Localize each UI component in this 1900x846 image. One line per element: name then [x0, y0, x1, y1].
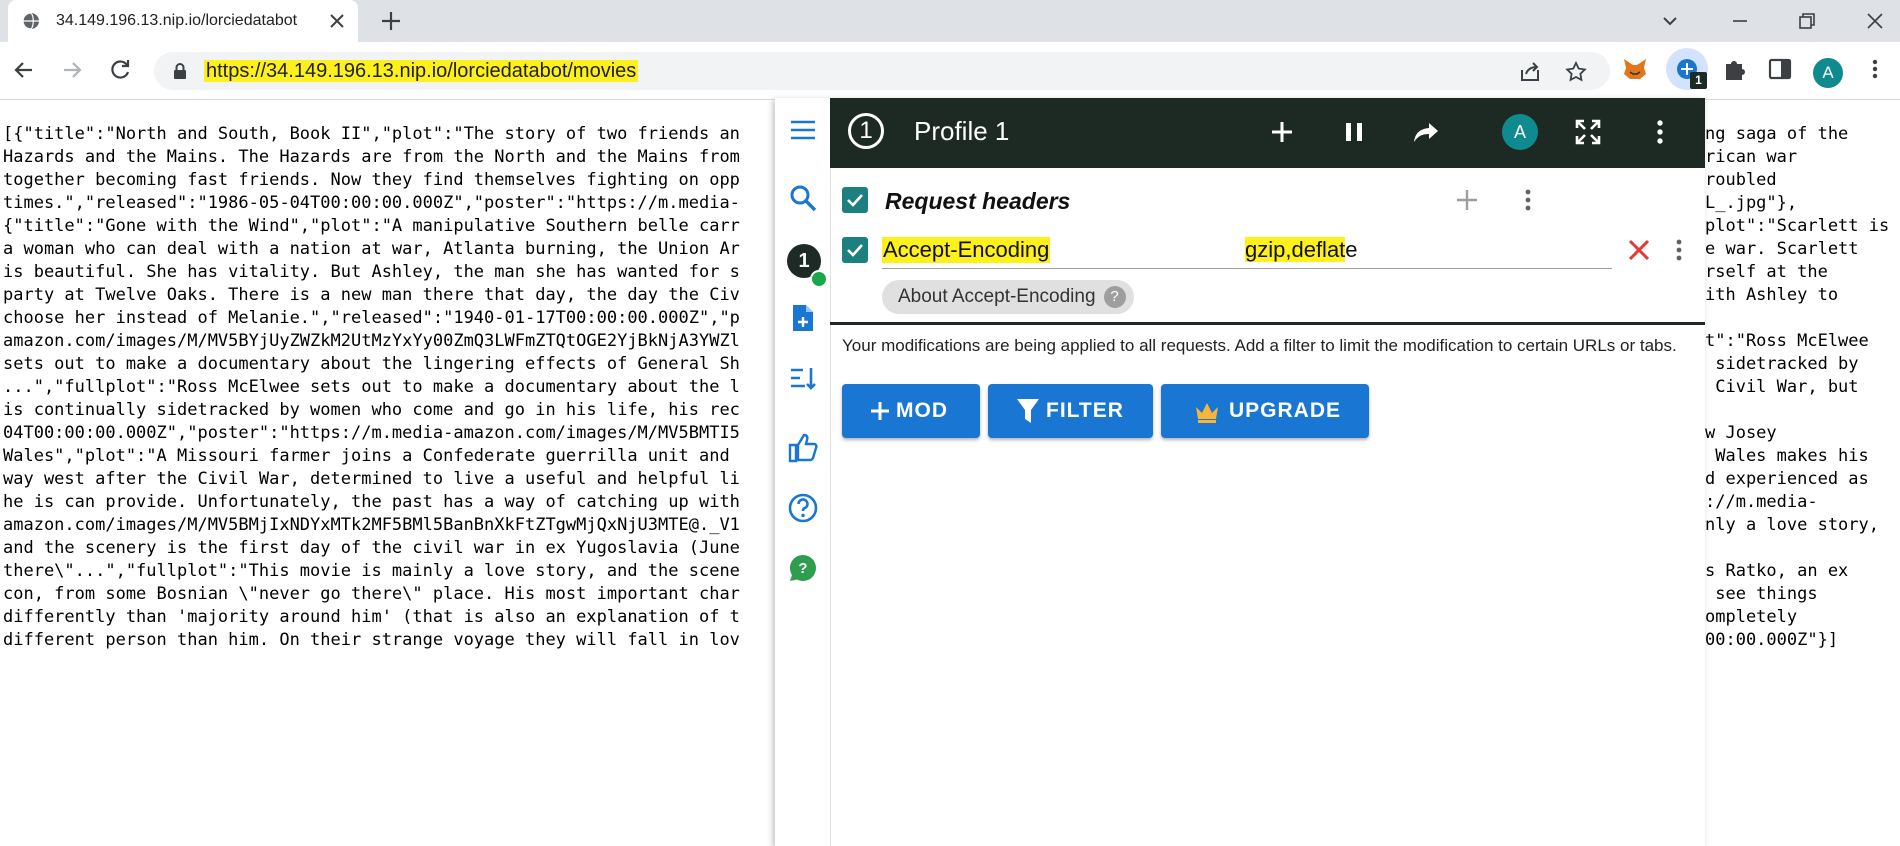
upgrade-button[interactable]: UPGRADE — [1161, 384, 1369, 438]
profile-avatar[interactable]: A — [1813, 58, 1843, 88]
json-line-right: L_.jpg"}, — [1705, 193, 1798, 213]
json-line-right: t":"Ross McElwee — [1705, 331, 1869, 351]
mod-button-label: MOD — [896, 399, 948, 422]
add-profile-icon[interactable] — [787, 302, 819, 334]
browser-toolbar: https://34.149.196.13.nip.io/lorciedatab… — [0, 42, 1900, 100]
hamburger-menu-icon[interactable] — [787, 114, 819, 146]
modheader-extension-button[interactable]: 1 — [1666, 48, 1708, 90]
section-title: Request headers — [885, 188, 1071, 214]
lock-icon[interactable] — [172, 62, 188, 80]
filter-funnel-icon — [1017, 399, 1039, 423]
about-chip-label: About Accept-Encoding — [898, 286, 1096, 307]
json-line-right: s Ratko, an ex — [1705, 561, 1849, 581]
about-header-chip[interactable]: About Accept-Encoding? — [882, 280, 1134, 314]
active-check-icon — [810, 270, 828, 288]
minimize-icon[interactable] — [1725, 6, 1755, 36]
close-tab-icon[interactable] — [324, 8, 350, 34]
metamask-fox-icon[interactable] — [1620, 54, 1650, 84]
profile-number-badge[interactable]: 1 — [848, 113, 884, 149]
pause-icon[interactable] — [1337, 115, 1371, 149]
profile-header: 1 Profile 1 A — [830, 98, 1705, 168]
new-tab-icon[interactable] — [378, 8, 404, 34]
bookmark-star-icon[interactable] — [1564, 60, 1588, 84]
extension-badge: 1 — [1690, 72, 1707, 89]
header-input-underline — [882, 268, 1612, 269]
json-line-right: roubled — [1705, 170, 1777, 190]
json-line-right: ompletely — [1705, 607, 1798, 627]
chat-help-icon[interactable]: ? — [787, 552, 819, 584]
close-window-icon[interactable] — [1860, 6, 1890, 36]
tab-title: 34.149.196.13.nip.io/lorciedatabot — [56, 12, 298, 29]
modification-notice: Your modifications are being applied to … — [842, 336, 1677, 355]
fullscreen-icon[interactable] — [1571, 115, 1605, 149]
share-icon[interactable] — [1518, 60, 1542, 84]
json-line-right: 00:00.000Z"}] — [1705, 630, 1839, 650]
header-row-checkbox[interactable] — [842, 237, 868, 263]
modheader-popup: 1 ? 1 Profile 1 A Request headers Accept… — [775, 98, 1705, 846]
json-line-right — [1705, 537, 1895, 560]
add-mod-button[interactable]: MOD — [842, 384, 980, 438]
popup-side-rail: 1 ? — [775, 98, 831, 846]
json-line-right: nly a love story, — [1705, 515, 1879, 535]
json-line-right: Civil War, but — [1705, 377, 1859, 397]
plus-icon — [871, 402, 889, 420]
upgrade-button-label: UPGRADE — [1229, 399, 1342, 422]
json-line-right: Wales makes his — [1705, 446, 1869, 466]
restore-icon[interactable] — [1792, 6, 1822, 36]
tab-search-icon[interactable] — [1655, 6, 1685, 36]
json-line-right: ith Ashley to — [1705, 285, 1839, 305]
json-line-right — [1705, 307, 1895, 330]
url-text[interactable]: https://34.149.196.13.nip.io/lorciedatab… — [204, 60, 639, 82]
delete-header-icon[interactable] — [1625, 236, 1653, 264]
json-line-right — [1705, 399, 1895, 422]
globe-icon — [22, 12, 39, 30]
add-header-icon[interactable] — [1453, 186, 1481, 214]
crown-icon — [1196, 403, 1218, 423]
extensions-puzzle-icon[interactable] — [1720, 54, 1750, 84]
more-vert-icon[interactable] — [1643, 115, 1677, 149]
header-value-highlight: gzip,deflat — [1245, 237, 1346, 262]
json-line-right: d experienced as — [1705, 469, 1869, 489]
json-response-text-right: ng saga of the rican war roubled L_.jpg"},p… — [1705, 123, 1895, 652]
json-line-right: w Josey — [1705, 423, 1777, 443]
thumbs-up-icon[interactable] — [787, 432, 819, 464]
search-icon[interactable] — [787, 182, 819, 214]
address-bar[interactable]: https://34.149.196.13.nip.io/lorciedatab… — [154, 52, 1610, 90]
back-icon[interactable] — [10, 56, 38, 84]
json-line-right: sidetracked by — [1705, 354, 1859, 374]
sort-icon[interactable] — [787, 362, 819, 394]
json-line-right: plot":"Scarlett is — [1705, 216, 1890, 236]
json-line-right: rself at the — [1705, 262, 1828, 282]
profile-title[interactable]: Profile 1 — [914, 116, 1009, 147]
json-line-right: rican war — [1705, 147, 1798, 167]
forward-icon[interactable] — [58, 56, 86, 84]
request-headers-checkbox[interactable] — [842, 187, 868, 213]
json-line-right: e war. Scarlett — [1705, 239, 1859, 259]
browser-tab[interactable]: 34.149.196.13.nip.io/lorciedatabot — [8, 0, 358, 42]
section-more-icon[interactable] — [1514, 186, 1542, 214]
filter-button-label: FILTER — [1046, 399, 1124, 422]
checkmark-icon — [847, 194, 863, 207]
header-value-input[interactable]: gzip,deflate — [1245, 237, 1358, 263]
reload-icon[interactable] — [106, 56, 134, 84]
tab-strip: 34.149.196.13.nip.io/lorciedatabot — [0, 0, 1900, 42]
chrome-menu-icon[interactable] — [1860, 54, 1890, 84]
side-panel-icon[interactable] — [1765, 54, 1795, 84]
json-line-right: ://m.media- — [1705, 492, 1818, 512]
header-value-rest: e — [1345, 237, 1358, 262]
add-filter-button[interactable]: FILTER — [988, 384, 1153, 438]
svg-text:?: ? — [798, 560, 807, 577]
add-icon[interactable] — [1265, 115, 1299, 149]
json-line-right: ng saga of the — [1705, 124, 1849, 144]
header-more-icon[interactable] — [1665, 236, 1693, 264]
json-line-right: see things — [1705, 584, 1818, 604]
help-circle-icon[interactable] — [787, 492, 819, 524]
checkmark-icon — [847, 244, 863, 257]
section-divider — [830, 322, 1705, 325]
header-name-input[interactable]: Accept-Encoding — [882, 237, 1051, 263]
share-forward-icon[interactable] — [1409, 115, 1443, 149]
question-icon: ? — [1103, 285, 1126, 308]
header-avatar[interactable]: A — [1502, 114, 1538, 150]
